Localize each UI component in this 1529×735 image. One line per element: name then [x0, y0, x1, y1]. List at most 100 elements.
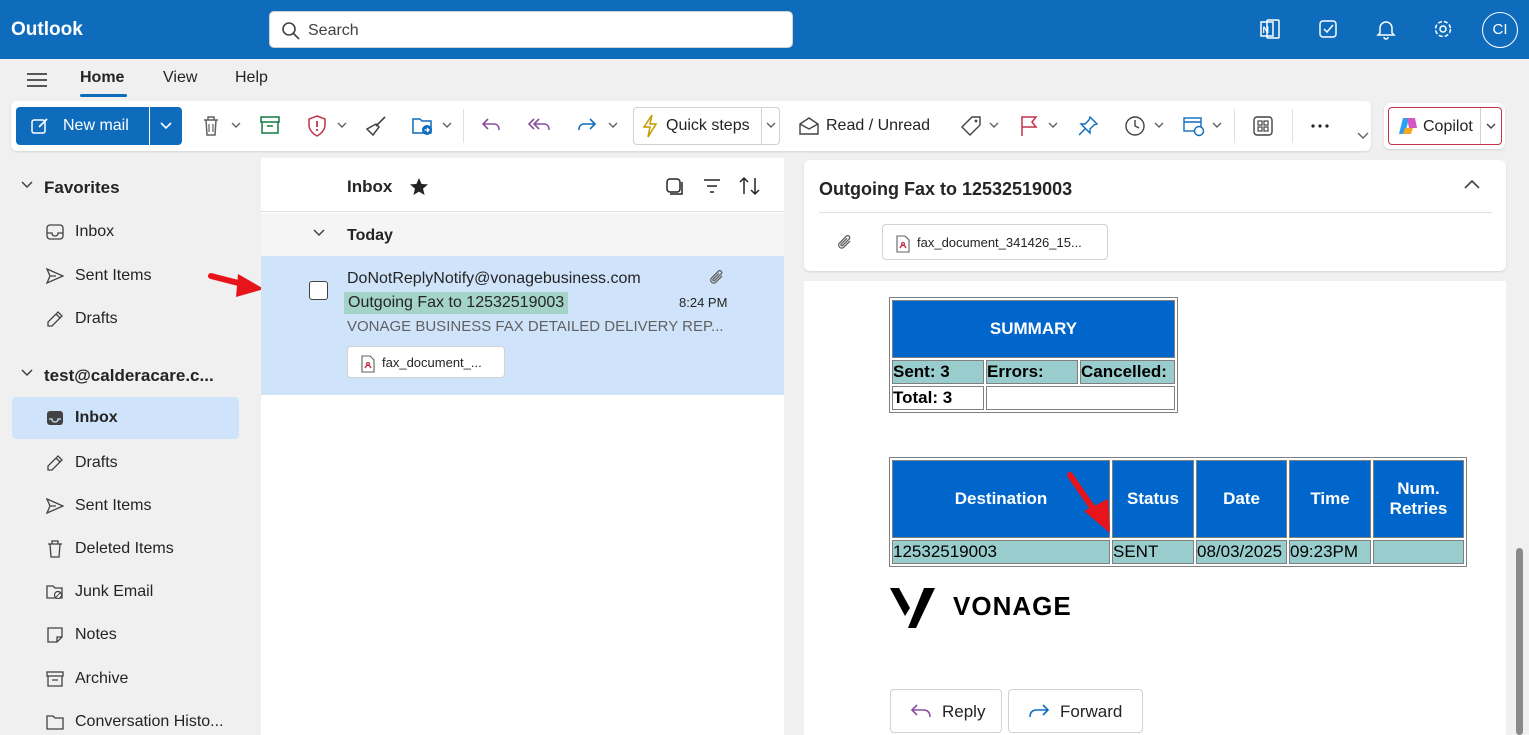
attachment-chip[interactable]: fax_document_341426_15...: [882, 224, 1108, 260]
reading-pane-header: Outgoing Fax to 12532519003 fax_document…: [804, 160, 1506, 271]
gear-icon[interactable]: [1432, 18, 1454, 40]
divider: [819, 212, 1492, 213]
app-title[interactable]: Outlook: [11, 19, 83, 41]
star-icon[interactable]: [409, 177, 429, 197]
copilot-button[interactable]: Copilot: [1388, 107, 1502, 145]
note-icon: [47, 627, 63, 643]
pencil-icon: [47, 311, 63, 327]
date-group-label: Today: [347, 227, 393, 244]
cell-time: 09:23PM: [1289, 540, 1371, 564]
folder-item-conversation-history[interactable]: Conversation Histo...: [12, 701, 239, 735]
chevron-down-icon[interactable]: [1154, 122, 1164, 129]
forward-button[interactable]: Forward: [1008, 689, 1143, 733]
sort-icon[interactable]: [738, 176, 762, 196]
menu-icon[interactable]: [26, 71, 48, 89]
favorite-item-sent[interactable]: Sent Items: [12, 255, 239, 297]
summary-title: SUMMARY: [892, 300, 1175, 358]
attachment-name: fax_document_...: [382, 355, 482, 370]
date-group-header[interactable]: Today: [261, 213, 784, 256]
favorite-item-inbox[interactable]: Inbox: [12, 211, 239, 253]
summary-empty-cell: [986, 386, 1175, 410]
vonage-logo-icon: [890, 588, 935, 628]
message-checkbox[interactable]: [309, 281, 328, 300]
scrollbar-thumb[interactable]: [1516, 548, 1523, 735]
archive-icon[interactable]: [259, 115, 281, 135]
folder-item-inbox[interactable]: Inbox: [12, 397, 239, 439]
chevron-down-icon[interactable]: [1212, 122, 1222, 129]
attachment-chip[interactable]: fax_document_...: [347, 346, 505, 378]
message-item[interactable]: DoNotReplyNotify@vonagebusiness.com Outg…: [261, 256, 784, 395]
todo-icon[interactable]: [1318, 18, 1340, 40]
tab-help[interactable]: Help: [235, 69, 268, 87]
reading-pane-scrollbar[interactable]: [1512, 280, 1529, 735]
chevron-down-icon[interactable]: [1357, 132, 1369, 140]
sweep-icon[interactable]: [365, 115, 387, 137]
pin-icon[interactable]: [1077, 115, 1099, 137]
forward-icon[interactable]: [576, 115, 598, 135]
chevron-up-icon[interactable]: [1464, 179, 1480, 189]
paperclip-icon: [838, 234, 851, 249]
chevron-down-icon: [21, 369, 33, 377]
nav-item-label: Junk Email: [75, 583, 154, 600]
apps-icon[interactable]: [1252, 115, 1274, 137]
send-icon: [46, 497, 64, 515]
chevron-down-icon[interactable]: [989, 122, 999, 129]
onenote-icon[interactable]: N: [1259, 18, 1281, 40]
nav-item-label: Drafts: [75, 454, 118, 471]
reply-all-icon[interactable]: [527, 115, 551, 135]
more-icon[interactable]: [1310, 123, 1330, 129]
select-icon[interactable]: [664, 176, 684, 196]
forward-label: Forward: [1060, 702, 1123, 721]
reply-icon[interactable]: [480, 115, 502, 135]
chevron-down-icon[interactable]: [608, 122, 618, 129]
pencil-icon: [47, 455, 63, 471]
folder-title: Inbox: [347, 177, 393, 196]
favorite-item-drafts[interactable]: Drafts: [12, 298, 239, 340]
folder-item-deleted[interactable]: Deleted Items: [12, 528, 239, 570]
folder-item-archive[interactable]: Archive: [12, 658, 239, 700]
chevron-down-icon[interactable]: [766, 122, 776, 129]
filter-icon[interactable]: [702, 178, 722, 194]
nav-item-label: Inbox: [75, 409, 118, 426]
read-unread-button[interactable]: Read / Unread: [826, 117, 930, 135]
rules-icon[interactable]: [1182, 115, 1206, 137]
chevron-down-icon[interactable]: [442, 122, 452, 129]
clock-icon[interactable]: [1124, 115, 1146, 137]
new-mail-button[interactable]: New mail: [16, 107, 149, 145]
bell-icon[interactable]: [1375, 18, 1397, 40]
separator: [463, 109, 464, 143]
folder-item-junk[interactable]: Junk Email: [12, 571, 239, 613]
avatar[interactable]: CI: [1482, 12, 1518, 48]
folder-item-notes[interactable]: Notes: [12, 614, 239, 656]
move-to-folder-icon[interactable]: [411, 115, 435, 137]
search-box[interactable]: Search: [269, 11, 793, 48]
chevron-down-icon[interactable]: [231, 122, 241, 129]
folder-icon: [46, 715, 64, 730]
reading-subject: Outgoing Fax to 12532519003: [819, 179, 1073, 199]
message-preview: VONAGE BUSINESS FAX DETAILED DELIVERY RE…: [347, 318, 724, 335]
folder-item-drafts[interactable]: Drafts: [12, 442, 239, 484]
header-date: Date: [1196, 460, 1287, 538]
shield-icon[interactable]: [307, 115, 327, 137]
trash-icon[interactable]: [201, 115, 221, 137]
cell-status: SENT: [1112, 540, 1194, 564]
summary-errors: Errors:: [986, 360, 1078, 384]
annotation-arrow: [208, 273, 264, 297]
cell-retries: [1373, 540, 1464, 564]
chevron-down-icon[interactable]: [337, 122, 347, 129]
tab-home[interactable]: Home: [80, 69, 124, 87]
tag-icon[interactable]: [960, 115, 982, 137]
tab-view[interactable]: View: [163, 69, 197, 87]
envelope-open-icon[interactable]: [798, 116, 820, 136]
flag-icon[interactable]: [1019, 115, 1039, 137]
chevron-down-icon: [160, 122, 172, 130]
reply-button[interactable]: Reply: [890, 689, 1002, 733]
chevron-down-icon[interactable]: [1048, 122, 1058, 129]
nav-item-label: Inbox: [75, 223, 115, 240]
folder-item-sent[interactable]: Sent Items: [12, 485, 239, 527]
cell-destination: 12532519003: [892, 540, 1110, 564]
new-mail-dropdown[interactable]: [150, 107, 182, 145]
chevron-down-icon[interactable]: [1486, 123, 1496, 130]
nav-item-label: Sent Items: [75, 267, 152, 284]
reading-pane-body: SUMMARY Sent: 3 Errors: Cancelled: Total…: [804, 281, 1506, 735]
